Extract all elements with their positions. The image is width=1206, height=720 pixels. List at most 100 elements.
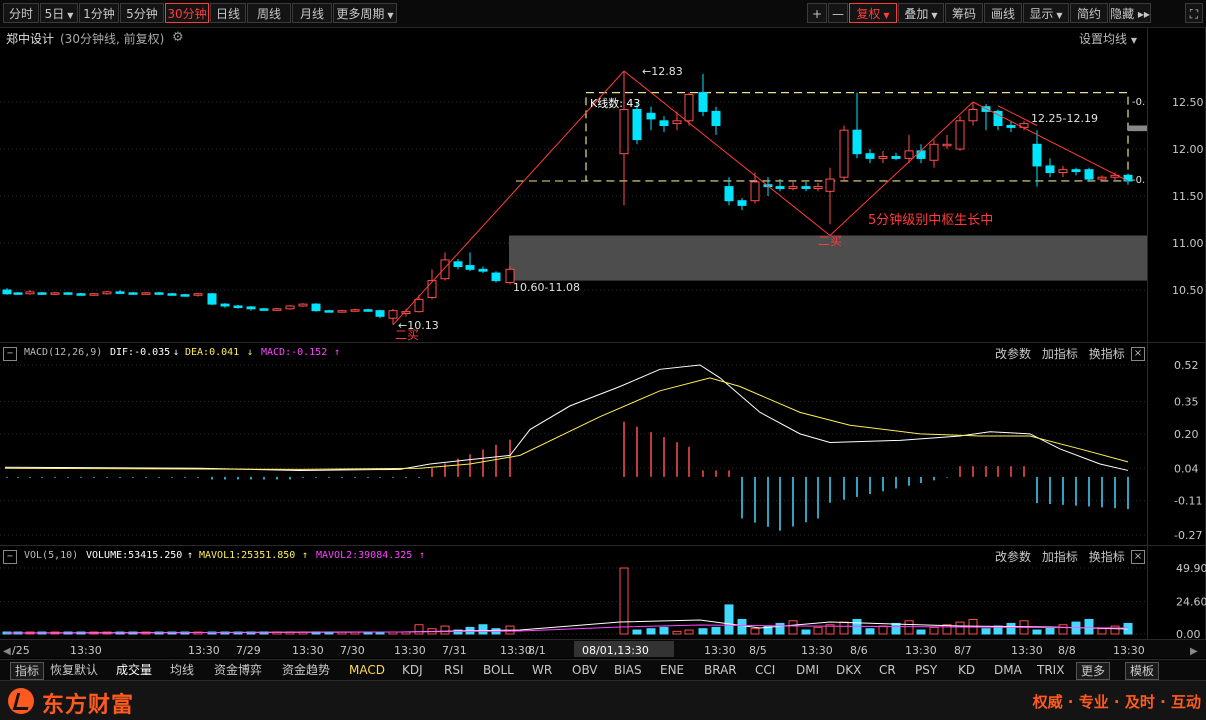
dif-line	[4, 364, 1129, 471]
volume-bar	[788, 620, 798, 635]
candle-body	[180, 294, 190, 297]
indicator-tab-8[interactable]: RSI	[444, 662, 464, 678]
candle-body	[788, 186, 798, 189]
price-tick: 12.50	[1172, 96, 1204, 109]
indicator-tab-bar: 指标 恢复默认 成交量 均线 资金博弈 资金趋势 MACD KDJ RSI BOLL WR OBV BI…	[0, 659, 1206, 680]
trend-line	[623, 70, 831, 236]
volume-bar	[1006, 622, 1016, 635]
candle-body	[2, 289, 12, 295]
vol-tick: 49.90	[1176, 562, 1206, 575]
candle-body	[193, 293, 203, 296]
small-zone	[1128, 125, 1147, 132]
candle-body	[968, 109, 978, 122]
candle-body	[246, 306, 256, 310]
volume-bar	[929, 626, 939, 635]
x-axis-label: 13:30	[500, 644, 532, 657]
candle-body	[25, 291, 35, 295]
price-tick: 10.50	[1172, 284, 1204, 297]
candle-body	[1084, 169, 1094, 180]
volume-bar	[904, 620, 914, 635]
indicator-tab-2[interactable]: 成交量	[116, 662, 152, 678]
indicator-tab-0[interactable]: 指标	[10, 662, 45, 680]
candle-body	[1032, 143, 1042, 167]
x-axis-label: 13:30	[292, 644, 324, 657]
indicator-tab-11[interactable]: OBV	[572, 662, 598, 678]
candle-body	[1058, 169, 1068, 173]
indicator-tab-6[interactable]: MACD	[349, 662, 385, 678]
indicator-tab-1[interactable]: 恢复默认	[50, 662, 98, 678]
indicator-tab-22[interactable]: TRIX	[1037, 662, 1064, 678]
candle-body	[375, 310, 385, 317]
candle-body	[750, 181, 760, 202]
indicator-tab-5[interactable]: 资金趋势	[282, 662, 330, 678]
indicator-tab-20[interactable]: KD	[958, 662, 975, 678]
indicator-tab-3[interactable]: 均线	[170, 662, 194, 678]
candle-body	[388, 310, 398, 319]
price-tick: 11.50	[1172, 190, 1204, 203]
x-axis-label: 13:30	[1113, 644, 1145, 657]
candle-body	[891, 156, 901, 159]
indicator-tab-14[interactable]: BRAR	[704, 662, 737, 678]
indicator-tab-4[interactable]: 资金博弈	[214, 662, 262, 678]
add-indicator-button[interactable]: 加指标	[1042, 347, 1078, 361]
indicator-tab-16[interactable]: DMI	[796, 662, 819, 678]
indicator-tab-9[interactable]: BOLL	[483, 662, 514, 678]
macd-tick: 0.04	[1174, 462, 1199, 475]
candle-body	[1006, 125, 1016, 128]
candle-body	[916, 150, 926, 159]
volume-bar	[440, 625, 450, 635]
indicator-tab-24[interactable]: 模板	[1125, 662, 1160, 680]
add-indicator-button[interactable]: 加指标	[1042, 550, 1078, 564]
dif-arrow-icon: ↓	[173, 347, 180, 358]
collapse-icon[interactable]: −	[3, 550, 17, 564]
indicator-tab-19[interactable]: PSY	[915, 662, 937, 678]
candle-body	[324, 310, 334, 313]
candle-body	[724, 186, 734, 202]
pivot-range: 10.60-11.08	[513, 281, 580, 294]
vol-mavol2: MAVOL2:39084.325	[316, 550, 413, 561]
candle-body	[350, 309, 360, 312]
volume-bar	[478, 624, 488, 635]
x-axis-label: 8/7	[954, 644, 972, 657]
volume-bar	[619, 567, 629, 635]
x-axis-label: 7/31	[442, 644, 467, 657]
indicator-tab-15[interactable]: CCI	[755, 662, 775, 678]
indicator-tab-21[interactable]: DMA	[994, 662, 1022, 678]
high-marker: ←12.83	[642, 65, 683, 78]
x-axis-label: 13:30	[188, 644, 220, 657]
indicator-tab-17[interactable]: DKX	[836, 662, 861, 678]
indicator-tab-12[interactable]: BIAS	[614, 662, 642, 678]
close-icon[interactable]: ×	[1131, 347, 1145, 361]
candle-body	[711, 110, 721, 127]
switch-indicator-button[interactable]: 换指标	[1089, 550, 1125, 564]
change-params-button[interactable]: 改参数	[995, 550, 1031, 564]
candle-body	[929, 143, 939, 161]
switch-indicator-button[interactable]: 换指标	[1089, 347, 1125, 361]
indicator-tab-23[interactable]: 更多	[1076, 662, 1111, 680]
volume-bar	[632, 629, 642, 635]
change-params-button[interactable]: 改参数	[995, 347, 1031, 361]
volume-bar	[672, 630, 682, 635]
candle-body	[414, 298, 424, 313]
indicator-tab-18[interactable]: CR	[879, 662, 896, 678]
volume-bar	[1110, 625, 1120, 635]
volume-bar	[1045, 626, 1055, 635]
collapse-icon[interactable]: −	[3, 347, 17, 361]
vol-volume: VOLUME:53415.250	[86, 550, 183, 561]
volume-bar	[1084, 618, 1094, 635]
candle-body	[1045, 165, 1055, 173]
volume-arrow-icon: ↑	[187, 550, 194, 561]
indicator-tab-13[interactable]: ENE	[660, 662, 684, 678]
indicator-tab-10[interactable]: WR	[532, 662, 552, 678]
x-axis-label: 13:30	[394, 644, 426, 657]
volume-panel-buttons: 改参数 加指标 换指标	[995, 548, 1125, 565]
close-icon[interactable]: ×	[1131, 550, 1145, 564]
candle-body	[878, 156, 888, 159]
candle-body	[102, 291, 112, 295]
candle-body	[115, 291, 125, 294]
dea-arrow-icon: ↓	[247, 347, 254, 358]
macd-arrow-icon: ↑	[334, 347, 341, 358]
candle-body	[1123, 174, 1133, 182]
candle-body	[478, 268, 488, 272]
indicator-tab-7[interactable]: KDJ	[402, 662, 423, 678]
